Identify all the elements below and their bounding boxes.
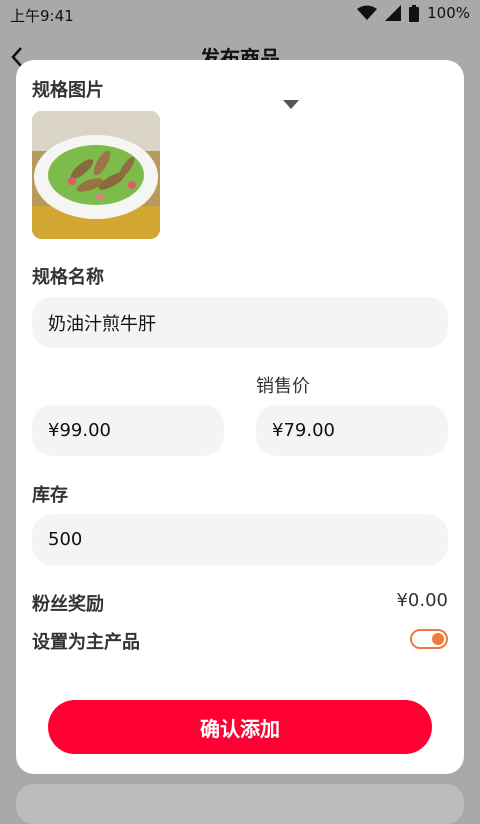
toggle-knob bbox=[432, 633, 444, 645]
battery-icon bbox=[409, 4, 420, 22]
main-product-toggle[interactable] bbox=[410, 629, 448, 649]
fan-reward-value: ¥0.00 bbox=[396, 590, 448, 611]
spec-name-label: 规格名称 bbox=[32, 267, 104, 288]
spec-image-label: 规格图片 bbox=[32, 80, 104, 101]
background-card bbox=[16, 784, 464, 824]
signal-icon bbox=[385, 5, 402, 21]
sale-price-value: ¥79.00 bbox=[272, 420, 335, 441]
spec-name-field[interactable]: 奶油汁煎牛肝 bbox=[32, 297, 448, 348]
stock-value: 500 bbox=[48, 529, 83, 550]
original-price-value: ¥99.00 bbox=[48, 420, 111, 441]
status-time: 上午9:41 bbox=[10, 7, 74, 25]
stock-field[interactable]: 500 bbox=[32, 514, 448, 565]
original-price-field[interactable]: ¥99.00 bbox=[32, 405, 224, 456]
spec-image[interactable] bbox=[32, 111, 160, 239]
spec-name-value: 奶油汁煎牛肝 bbox=[48, 313, 156, 335]
status-icons: 100% bbox=[357, 4, 470, 22]
wifi-icon bbox=[357, 5, 378, 20]
spec-modal: 规格图片 规格名称 奶油汁煎牛肝 销售价 ¥99.00 ¥79.00 库存 50… bbox=[16, 60, 464, 774]
stock-label: 库存 bbox=[32, 485, 68, 506]
main-product-label: 设置为主产品 bbox=[32, 632, 140, 653]
status-bar: 上午9:41 100% bbox=[0, 0, 480, 28]
confirm-add-button[interactable]: 确认添加 bbox=[48, 700, 432, 754]
caret-down-icon[interactable] bbox=[283, 95, 299, 114]
fan-reward-label: 粉丝奖励 bbox=[32, 594, 104, 615]
sale-price-label: 销售价 bbox=[256, 376, 310, 397]
sale-price-field[interactable]: ¥79.00 bbox=[256, 405, 448, 456]
battery-percent: 100% bbox=[427, 4, 470, 22]
